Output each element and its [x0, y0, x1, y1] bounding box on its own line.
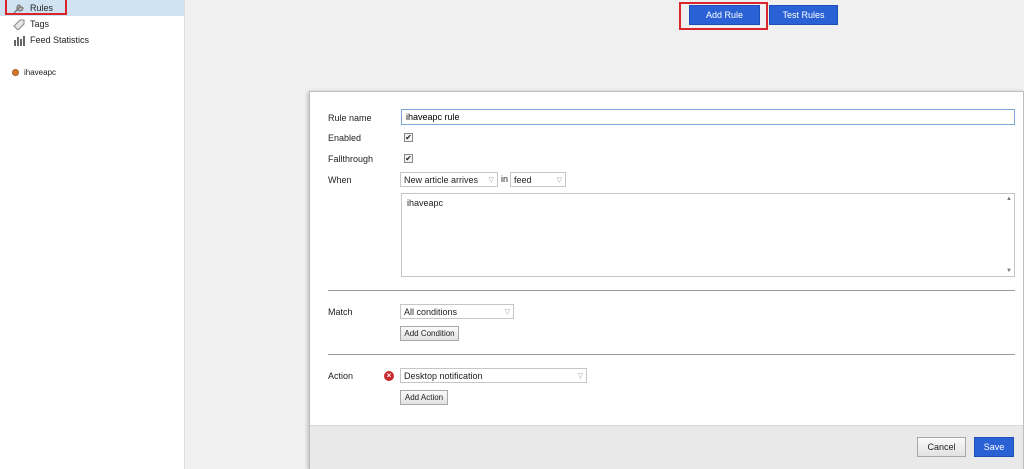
test-rules-button[interactable]: Test Rules — [769, 5, 838, 25]
sidebar-item-tags[interactable]: Tags — [0, 16, 184, 32]
sidebar-item-label: Tags — [30, 19, 50, 29]
match-select[interactable]: All conditions ▽ — [400, 304, 514, 319]
feed-textarea[interactable]: ihaveapc ▲ ▼ — [401, 193, 1015, 277]
feed-item-ihaveapc[interactable]: ihaveapc — [12, 68, 56, 77]
dialog-footer: Cancel Save — [310, 425, 1023, 469]
rule-dialog: Rule name Enabled ✔ Fallthrough ✔ When N… — [309, 91, 1024, 469]
sidebar-item-rules[interactable]: Rules — [0, 0, 184, 16]
feed-dot-icon — [12, 69, 19, 76]
when-source-value: feed — [514, 174, 532, 185]
sidebar-item-feed-statistics[interactable]: Feed Statistics — [0, 32, 184, 48]
scroll-up-icon[interactable]: ▲ — [1006, 196, 1012, 202]
scroll-down-icon[interactable]: ▼ — [1006, 268, 1012, 274]
chevron-down-icon: ▽ — [504, 308, 510, 316]
action-select[interactable]: Desktop notification ▽ — [400, 368, 587, 383]
sidebar: Rules Tags Feed Statistics ihaveapc — [0, 0, 185, 469]
remove-action-icon[interactable]: × — [384, 371, 394, 381]
feed-textarea-value: ihaveapc — [407, 198, 444, 208]
chevron-down-icon: ▽ — [577, 372, 583, 380]
section-divider — [328, 290, 1015, 291]
when-event-select[interactable]: New article arrives ▽ — [400, 172, 498, 187]
tag-icon — [12, 18, 26, 30]
when-source-select[interactable]: feed ▽ — [510, 172, 566, 187]
highlight-box — [5, 0, 67, 15]
add-action-button[interactable]: Add Action — [400, 390, 448, 405]
fallthrough-label: Fallthrough — [328, 154, 374, 164]
bar-chart-icon — [12, 34, 26, 46]
action-value: Desktop notification — [404, 370, 483, 381]
fallthrough-checkbox[interactable]: ✔ — [404, 154, 413, 163]
save-button[interactable]: Save — [974, 437, 1014, 457]
rule-name-label: Rule name — [328, 113, 372, 123]
chevron-down-icon: ▽ — [556, 176, 562, 184]
match-value: All conditions — [404, 306, 458, 317]
cancel-button[interactable]: Cancel — [917, 437, 966, 457]
when-event-value: New article arrives — [404, 174, 479, 185]
in-label: in — [501, 174, 509, 184]
action-label: Action — [328, 371, 354, 381]
enabled-label: Enabled — [328, 133, 362, 143]
when-label: When — [328, 175, 352, 185]
sidebar-item-label: Feed Statistics — [30, 35, 90, 45]
enabled-checkbox[interactable]: ✔ — [404, 133, 413, 142]
add-rule-button[interactable]: Add Rule — [689, 5, 760, 25]
section-divider — [328, 354, 1015, 355]
feed-label: ihaveapc — [24, 68, 57, 77]
rule-name-input[interactable] — [401, 109, 1015, 125]
add-condition-button[interactable]: Add Condition — [400, 326, 459, 341]
chevron-down-icon: ▽ — [488, 176, 494, 184]
match-label: Match — [328, 307, 353, 317]
